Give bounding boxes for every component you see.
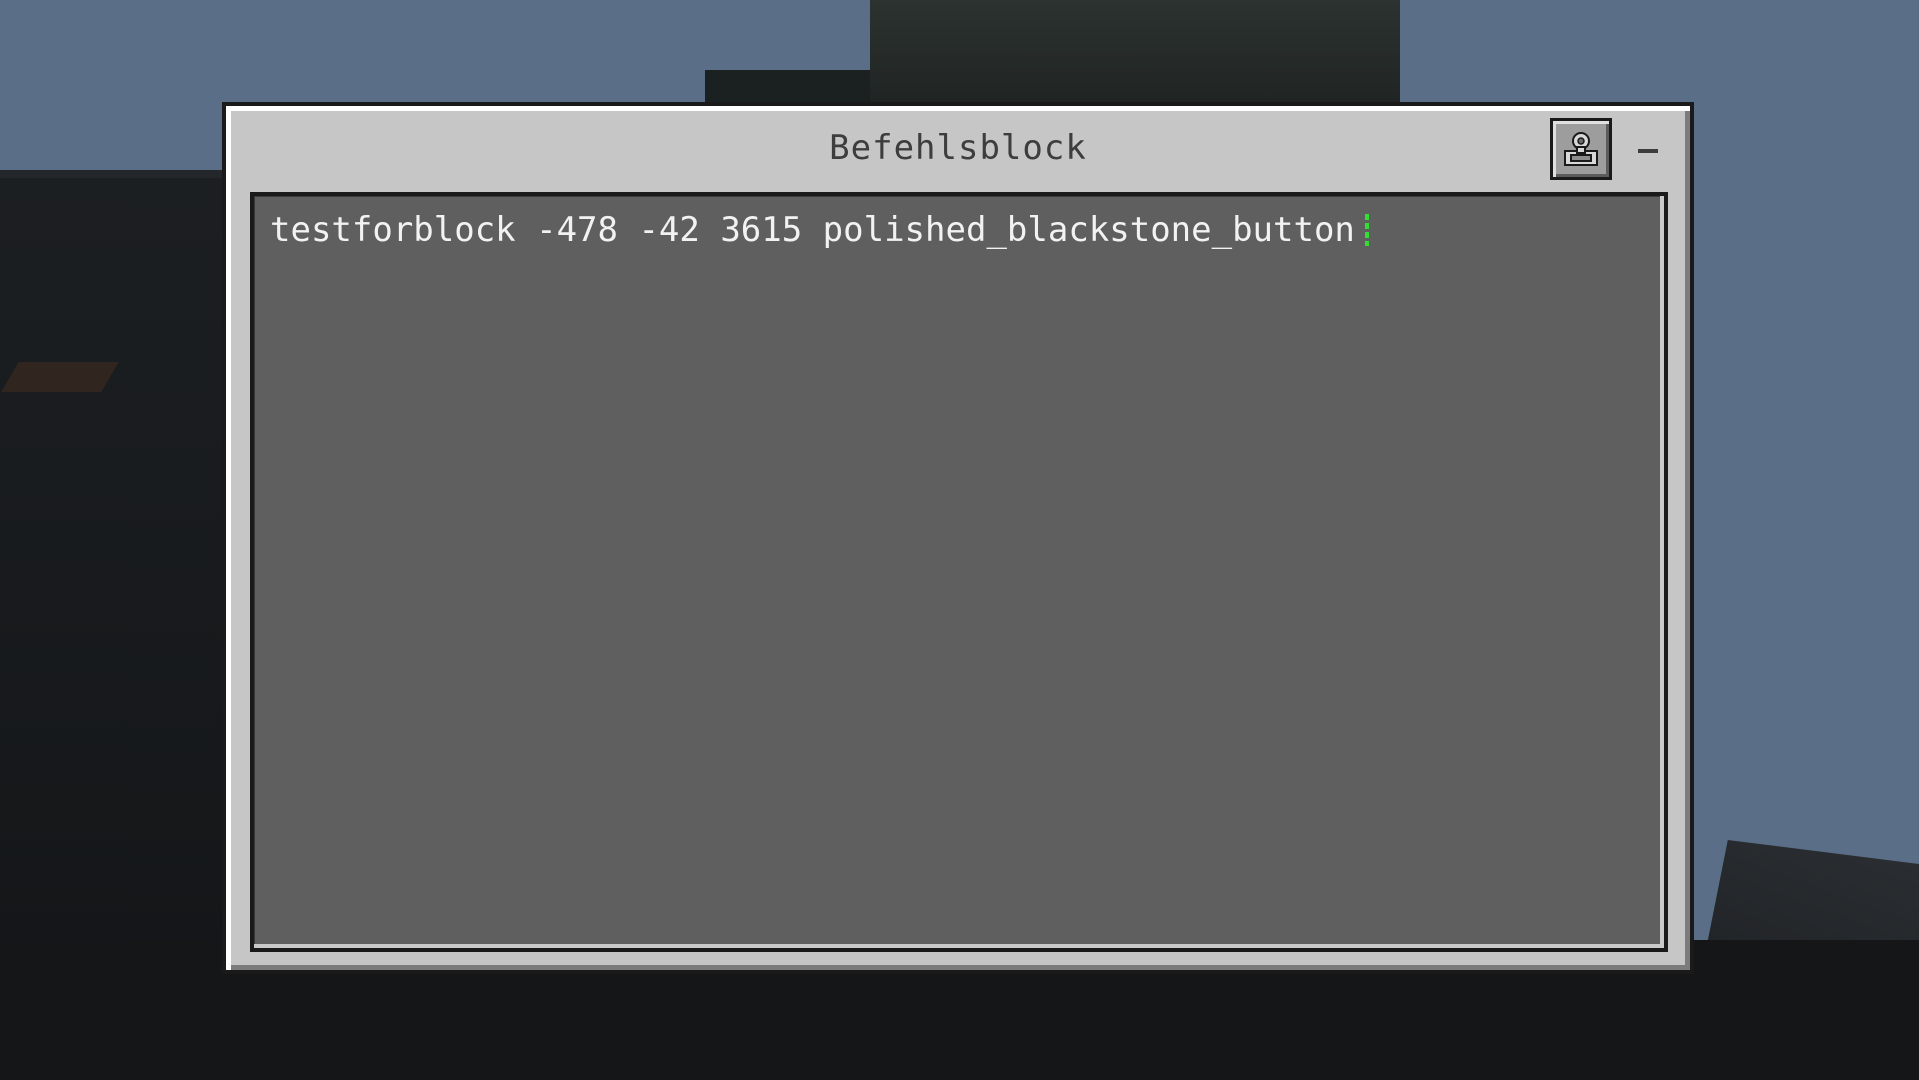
command-block-icon-button[interactable] <box>1550 118 1612 180</box>
game-scene: Befehlsblock testforblock -478 -42 3615 … <box>0 0 1919 1080</box>
minimize-button[interactable] <box>1636 136 1660 166</box>
window-title: Befehlsblock <box>829 128 1087 168</box>
background-detail <box>1 362 119 392</box>
background-pillar <box>870 0 1400 110</box>
command-input[interactable]: testforblock -478 -42 3615 polished_blac… <box>250 192 1668 952</box>
minimize-icon <box>1638 149 1658 153</box>
command-text: testforblock -478 -42 3615 polished_blac… <box>270 210 1355 250</box>
command-text-line: testforblock -478 -42 3615 polished_blac… <box>270 210 1369 250</box>
text-caret <box>1364 214 1369 246</box>
command-block-icon <box>1564 132 1598 166</box>
command-block-window: Befehlsblock testforblock -478 -42 3615 … <box>222 102 1694 974</box>
